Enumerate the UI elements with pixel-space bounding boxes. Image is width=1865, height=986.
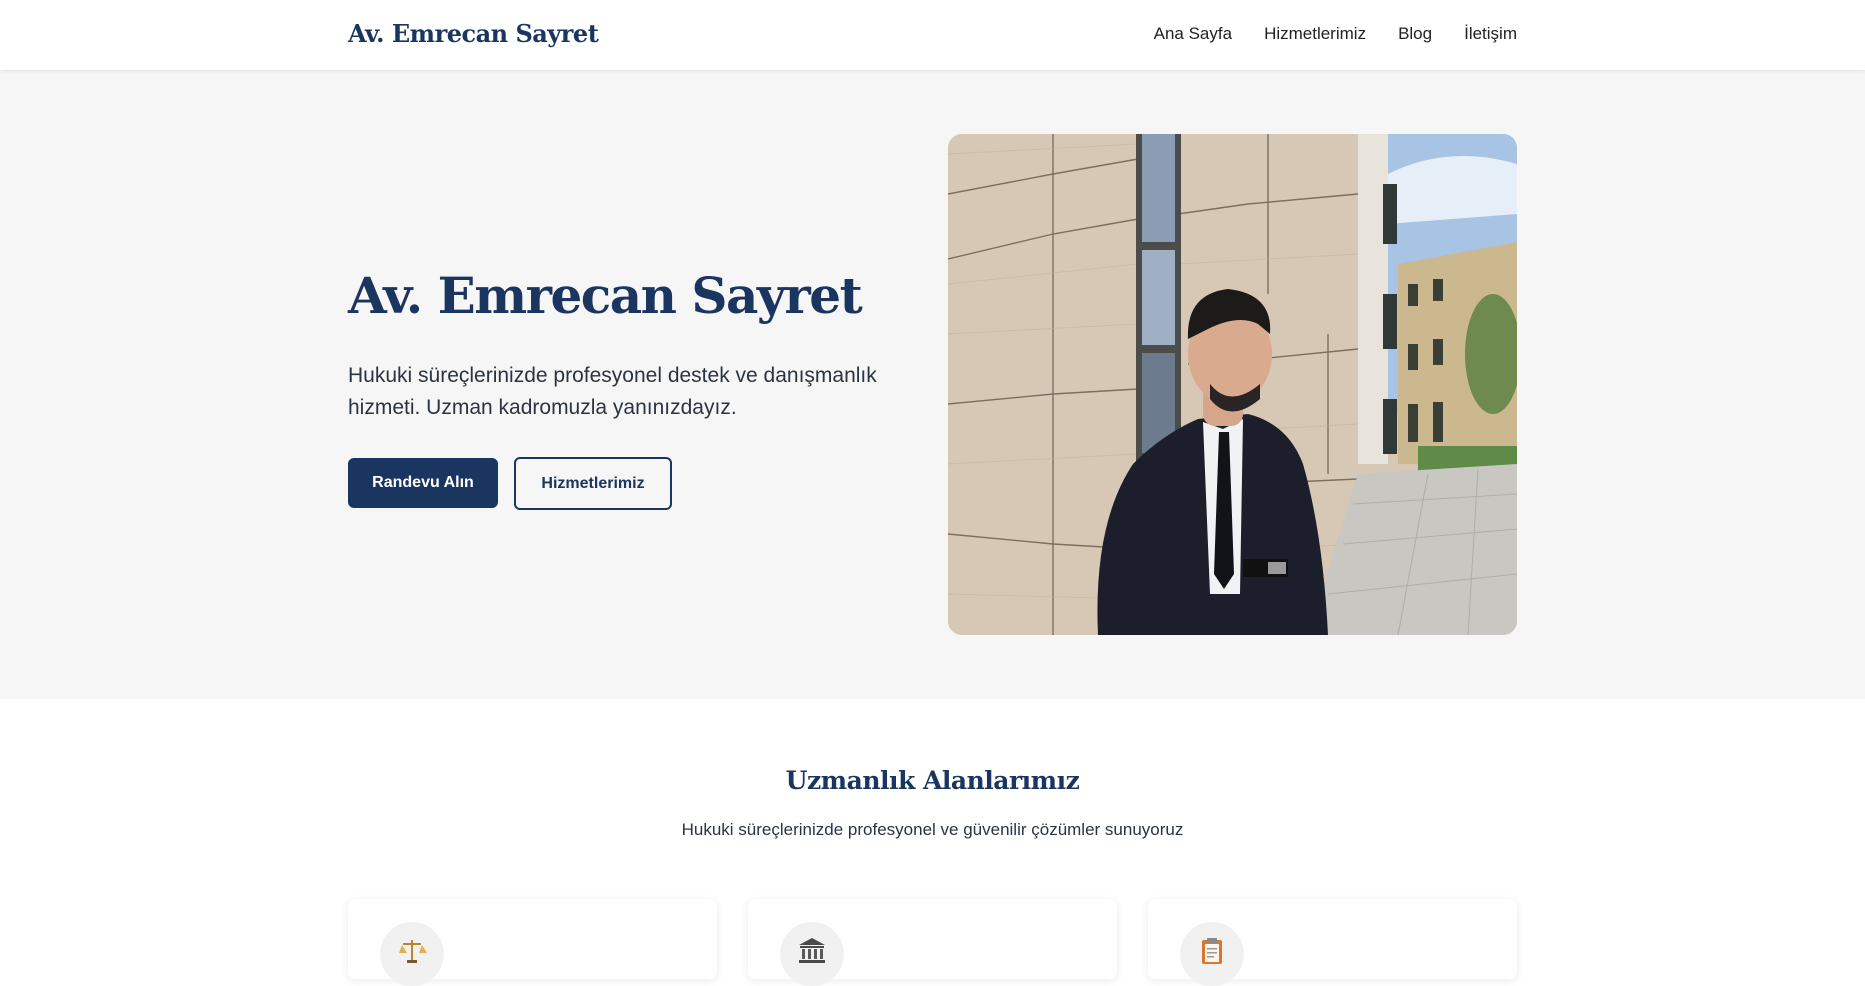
nav-link-blog[interactable]: Blog — [1398, 24, 1432, 44]
top-navbar: Av. Emrecan Sayret Ana Sayfa Hizmetlerim… — [0, 0, 1865, 70]
appointment-button[interactable]: Randevu Alın — [348, 458, 498, 508]
nav-link-home[interactable]: Ana Sayfa — [1154, 24, 1232, 44]
nav-link-services[interactable]: Hizmetlerimiz — [1264, 24, 1366, 44]
clipboard-icon — [1180, 922, 1244, 986]
scales-icon — [380, 922, 444, 986]
main-nav: Ana Sayfa Hizmetlerimiz Blog İletişim — [1154, 24, 1517, 44]
hero-description: Hukuki süreçlerinizde profesyonel destek… — [348, 364, 877, 419]
nav-link-contact[interactable]: İletişim — [1464, 24, 1517, 44]
hero-title: Av. Emrecan Sayret — [348, 266, 863, 325]
expertise-card[interactable] — [1148, 899, 1517, 986]
site-logo-text[interactable]: Av. Emrecan Sayret — [348, 19, 599, 48]
expertise-section-subtitle: Hukuki süreçlerinizde profesyonel ve güv… — [681, 820, 1184, 839]
expertise-section-title: Uzmanlık Alanlarımız — [785, 766, 1080, 795]
expertise-card[interactable] — [748, 899, 1117, 986]
expertise-card[interactable] — [348, 899, 717, 986]
hero-section: Av. Emrecan Sayret Hukuki süreçlerinizde… — [0, 70, 1865, 699]
courthouse-icon — [780, 922, 844, 986]
services-button[interactable]: Hizmetlerimiz — [514, 457, 672, 510]
lawyer-portrait-photo — [948, 134, 1517, 635]
